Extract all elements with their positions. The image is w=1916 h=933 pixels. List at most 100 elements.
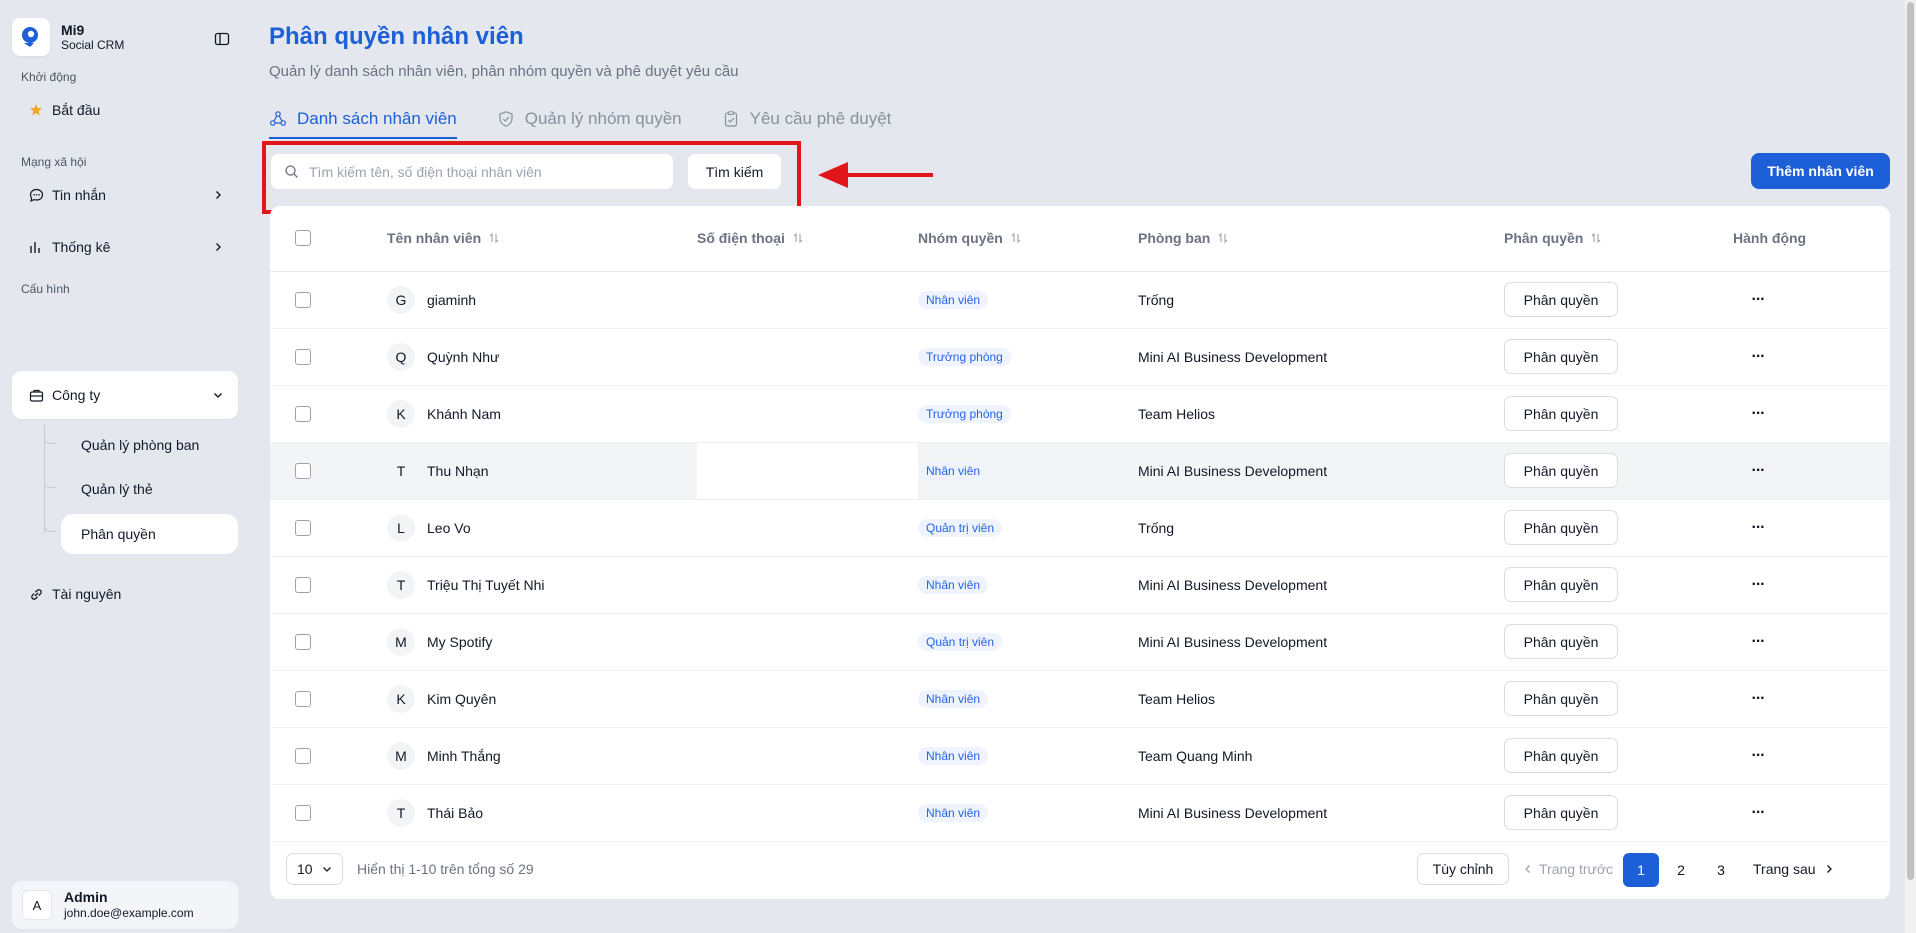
page-button-1[interactable]: 1 (1623, 853, 1659, 887)
permission-button[interactable]: Phân quyền (1504, 396, 1618, 431)
permission-button[interactable]: Phân quyền (1504, 339, 1618, 374)
page-scrollbar[interactable] (1905, 0, 1916, 933)
tree-elbow (44, 432, 56, 444)
row-checkbox[interactable] (295, 633, 311, 650)
employee-department: Team Helios (1138, 670, 1504, 728)
table-header-row: Tên nhân viên Số điện thoại Nhóm quyền P… (270, 206, 1890, 272)
header-permission[interactable]: Phân quyền (1504, 206, 1733, 272)
briefcase-icon (28, 387, 44, 403)
link-icon (28, 586, 44, 602)
row-checkbox[interactable] (295, 462, 311, 479)
more-actions-icon[interactable]: ··· (1743, 459, 1773, 483)
page-button-2[interactable]: 2 (1663, 853, 1699, 887)
group-badge: Nhân viên (918, 746, 989, 765)
employee-department: Mini AI Business Development (1138, 556, 1504, 614)
annotation-arrow-icon (816, 159, 936, 196)
more-actions-icon[interactable]: ··· (1743, 687, 1773, 711)
sidebar-item-company[interactable]: Công ty (12, 371, 238, 419)
permission-button[interactable]: Phân quyền (1504, 282, 1618, 317)
add-employee-button[interactable]: Thêm nhân viên (1751, 153, 1890, 189)
table-row: M My Spotify Quản trị viên Mini AI Busine… (270, 613, 1890, 671)
tab-approval-requests[interactable]: Yêu cầu phê duyệt (722, 102, 891, 136)
prev-page-button[interactable]: Trang trước (1523, 853, 1613, 885)
header-name[interactable]: Tên nhân viên (387, 206, 697, 272)
permission-button[interactable]: Phân quyền (1504, 453, 1618, 488)
more-actions-icon[interactable]: ··· (1743, 288, 1773, 312)
permission-button[interactable]: Phân quyền (1504, 624, 1618, 659)
tree-elbow (44, 520, 56, 532)
employee-table: Tên nhân viên Số điện thoại Nhóm quyền P… (270, 206, 1890, 842)
pagination-info: Hiển thị 1-10 trên tổng số 29 (357, 861, 534, 877)
sort-icon (1218, 231, 1228, 247)
header-department[interactable]: Phòng ban (1138, 206, 1504, 272)
row-checkbox[interactable] (295, 804, 311, 821)
page-size-select[interactable]: 10 (286, 853, 343, 885)
header-group[interactable]: Nhóm quyền (918, 206, 1138, 272)
group-badge: Trưởng phòng (918, 347, 1011, 366)
tab-label: Danh sách nhân viên (297, 109, 457, 128)
permission-button[interactable]: Phân quyền (1504, 567, 1618, 602)
sidebar-item-label: Thống kê (52, 239, 111, 255)
row-checkbox[interactable] (295, 519, 311, 536)
select-all-checkbox[interactable] (295, 230, 311, 247)
employee-phone (697, 613, 918, 671)
permission-button[interactable]: Phân quyền (1504, 738, 1618, 773)
sidebar-subitem-tags[interactable]: Quản lý thẻ (44, 470, 238, 508)
sort-icon (1011, 231, 1021, 247)
avatar: K (387, 684, 415, 713)
row-checkbox[interactable] (295, 348, 311, 365)
sidebar-item-start[interactable]: Bắt đầu (12, 90, 238, 130)
sidebar-item-messages[interactable]: Tin nhắn (12, 175, 238, 215)
customize-button[interactable]: Tùy chỉnh (1417, 853, 1509, 885)
sidebar-toggle-icon[interactable] (211, 28, 233, 50)
row-checkbox[interactable] (295, 690, 311, 707)
avatar: K (387, 399, 415, 428)
table-row: Ggiaminh Nhân viên Trống Phân quyền ··· (270, 271, 1890, 329)
user-card[interactable]: A Admin john.doe@example.com (12, 881, 238, 929)
brand-name: Mi9 (61, 21, 85, 38)
search-input[interactable] (309, 163, 649, 180)
chevron-down-icon (321, 862, 333, 878)
more-actions-icon[interactable]: ··· (1743, 744, 1773, 768)
permission-button[interactable]: Phân quyền (1504, 510, 1618, 545)
row-checkbox[interactable] (295, 747, 311, 764)
sort-icon (793, 231, 803, 247)
employee-name: Khánh Nam (427, 405, 501, 422)
page-button-3[interactable]: 3 (1703, 853, 1739, 887)
row-checkbox[interactable] (295, 576, 311, 593)
more-actions-icon[interactable]: ··· (1743, 573, 1773, 597)
sidebar-item-statistics[interactable]: Thống kê (12, 227, 238, 267)
scrollbar-thumb[interactable] (1907, 2, 1914, 880)
permission-button[interactable]: Phân quyền (1504, 681, 1618, 716)
page-title: Phân quyền nhân viên (269, 23, 524, 50)
tree-elbow (44, 476, 56, 488)
sidebar-subitem-permissions[interactable]: Phân quyền (44, 514, 238, 554)
sidebar-subitem-departments[interactable]: Quản lý phòng ban (44, 426, 238, 464)
avatar: T (387, 456, 415, 485)
more-actions-icon[interactable]: ··· (1743, 516, 1773, 540)
more-actions-icon[interactable]: ··· (1743, 801, 1773, 825)
sort-icon (489, 231, 499, 247)
more-actions-icon[interactable]: ··· (1743, 630, 1773, 654)
next-page-button[interactable]: Trang sau (1753, 853, 1834, 885)
more-actions-icon[interactable]: ··· (1743, 402, 1773, 426)
row-checkbox[interactable] (295, 405, 311, 422)
tab-label: Quản lý nhóm quyền (524, 109, 682, 128)
table-row: T Triệu Thị Tuyết Nhi Nhân viên Mini AI B… (270, 556, 1890, 614)
next-page-label: Trang sau (1753, 861, 1816, 877)
employee-phone (697, 727, 918, 785)
tab-employee-list[interactable]: Danh sách nhân viên (269, 102, 457, 139)
search-field[interactable] (270, 153, 674, 190)
sidebar-item-resources[interactable]: Tài nguyên (12, 574, 238, 614)
permission-button[interactable]: Phân quyền (1504, 795, 1618, 830)
row-checkbox[interactable] (295, 291, 311, 308)
brand: Mi9 Social CRM (12, 18, 124, 56)
table-footer: 10 Hiển thị 1-10 trên tổng số 29 Tùy chỉ… (270, 840, 1890, 899)
tab-permission-groups[interactable]: Quản lý nhóm quyền (497, 102, 682, 136)
sidebar-item-label: Công ty (52, 387, 101, 403)
avatar: L (387, 513, 415, 542)
header-phone[interactable]: Số điện thoại (697, 206, 918, 272)
more-actions-icon[interactable]: ··· (1743, 345, 1773, 369)
employee-phone (697, 670, 918, 728)
search-button[interactable]: Tìm kiếm (687, 153, 782, 190)
